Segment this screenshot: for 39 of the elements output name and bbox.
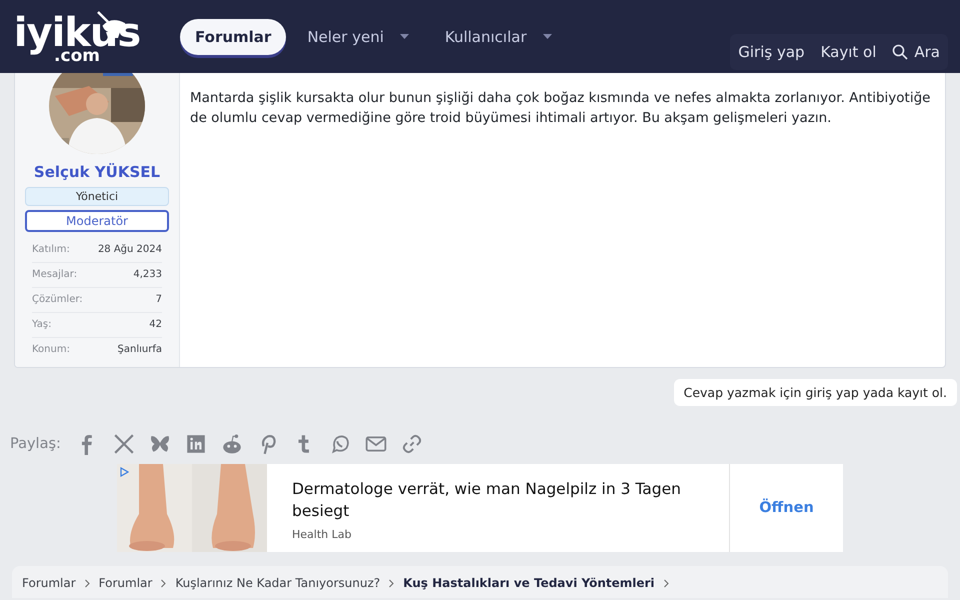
nav-tab[interactable]: Forumlar [180, 18, 286, 54]
stat-label: Mesajlar: [32, 269, 78, 280]
chevron-icon [388, 579, 396, 588]
user-banner: Moderatör [25, 210, 169, 232]
search-icon [892, 44, 908, 60]
stat-value: Şanlıurfa [118, 344, 162, 355]
search-button[interactable]: Ara [884, 34, 948, 70]
stat-label: Çözümler: [32, 294, 83, 305]
stat-value: 42 [149, 319, 162, 330]
breadcrumb-link[interactable]: Forumlar [22, 576, 76, 590]
account-link[interactable]: Kayıt ol [812, 34, 884, 70]
stat-value: 28 Ağu 2024 [98, 244, 162, 255]
nav-tab[interactable]: Kullanıcılar [430, 18, 567, 54]
share-label: Paylaş: [10, 436, 61, 452]
chevron-icon [160, 579, 168, 588]
stat-value: 4,233 [133, 269, 162, 280]
breadcrumb-link[interactable]: Kuş Hastalıkları ve Tedavi Yöntemleri [403, 576, 655, 590]
link-icon[interactable] [400, 433, 423, 455]
ad-source: Health Lab [292, 528, 352, 541]
stat-label: Katılım: [32, 244, 70, 255]
breadcrumb-link[interactable]: Forumlar [98, 576, 152, 590]
x-icon[interactable] [112, 433, 135, 455]
post-message: Mantarda şişlik kursakta olur bunun şişliği daha çok boğaz kısmında ve nefes almakta zorlanıyor. Antibiyotiğe de olumlu cevap vermediğine göre troid büyümesi ihtimali artıyor. Bu akşam gelişmeleri yazın. [190, 89, 932, 128]
breadcrumb-link[interactable]: Kuşlarınız Ne Kadar Tanıyorsunuz? [175, 576, 380, 590]
chevron-icon [84, 579, 91, 588]
nav-tab[interactable]: Neler yeni [292, 18, 424, 54]
stat-label: Konum: [32, 344, 70, 355]
linkedin-icon[interactable] [184, 433, 207, 455]
ad-headline[interactable]: Dermatologe verrät, wie man Nagelpilz in 3 Tagen besiegt [292, 478, 704, 522]
reply-notice[interactable]: Cevap yazmak için giriş yap yada kayıt ol. [674, 379, 957, 406]
stat-value: 7 [156, 294, 162, 305]
user-name[interactable]: Selçuk YÜKSEL [34, 163, 160, 181]
chevron-icon [662, 579, 670, 588]
stat-label: Yaş: [32, 319, 52, 330]
ad-choices-icon[interactable] [120, 467, 129, 477]
account-link[interactable]: Giriş yap [730, 34, 813, 70]
user-banner: Yönetici [25, 187, 169, 206]
reddit-icon[interactable] [220, 433, 243, 455]
ad-banner[interactable]: Dermatologe verrät, wie man Nagelpilz in 3 Tagen besiegt Health Lab Öffnen [117, 464, 843, 552]
